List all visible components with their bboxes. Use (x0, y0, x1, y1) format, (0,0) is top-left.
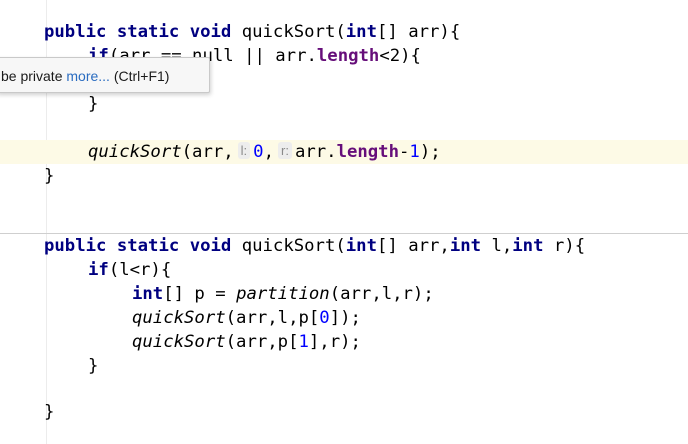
code-line[interactable]: if(l<r){ (0, 258, 688, 282)
field: length (336, 142, 399, 162)
keyword: int (345, 236, 377, 256)
tooltip-shortcut: (Ctrl+F1) (113, 68, 170, 84)
code-text: [] arr, (376, 236, 450, 256)
code-text: l, (481, 236, 513, 256)
field: length (316, 46, 380, 66)
method-call: partition (236, 284, 330, 304)
keyword: void (189, 236, 232, 256)
keyword: int (132, 284, 164, 304)
closing-brace: } (88, 94, 99, 114)
tooltip-text: be private (1, 68, 63, 84)
code-line[interactable]: int[] p = partition(arr,l,r); (0, 282, 688, 306)
more-link[interactable]: more... (66, 68, 110, 84)
method-call: quickSort (132, 308, 226, 328)
code-text: ],r); (308, 332, 361, 352)
keyword: static (116, 22, 180, 42)
code-text: ]); (329, 308, 361, 328)
parameter-hint: l: (237, 142, 251, 159)
number-literal: 1 (298, 332, 309, 352)
code-line[interactable]: } (0, 354, 688, 378)
code-text: (l<r){ (108, 260, 172, 280)
keyword: int (345, 22, 377, 42)
keyword: void (189, 22, 232, 42)
code-text: (arr,l,p[ (225, 308, 320, 328)
number-literal: 1 (409, 142, 420, 162)
code-text: r){ (543, 236, 586, 256)
code-line[interactable]: quickSort(arr,p[1],r); (0, 330, 688, 354)
code-text: [] arr){ (376, 22, 461, 42)
keyword: if (88, 260, 109, 280)
keyword: public (44, 22, 107, 42)
method-call: quickSort (88, 142, 182, 162)
method-call: quickSort (132, 332, 226, 352)
keyword: int (512, 236, 544, 256)
code-text: - (399, 142, 410, 162)
inspection-tooltip: be private more... (Ctrl+F1) (0, 57, 210, 93)
code-line[interactable]: } (0, 92, 688, 116)
number-literal: 0 (319, 308, 330, 328)
closing-brace: } (44, 166, 55, 186)
code-text: (arr,p[ (225, 332, 299, 352)
code-line[interactable]: } (0, 164, 688, 188)
code-editor[interactable]: public static void quickSort(int[] arr){… (0, 0, 688, 444)
closing-brace: } (88, 356, 99, 376)
code-text: [] p = (163, 284, 237, 304)
keyword: public (44, 236, 107, 256)
code-text: ); (419, 142, 441, 162)
code-text: (arr, (181, 142, 234, 162)
code-text: arr. (294, 142, 337, 162)
code-line[interactable]: public static void quickSort(int[] arr){ (0, 20, 688, 44)
code-line[interactable]: quickSort(arr,l,p[0]); (0, 306, 688, 330)
keyword: int (449, 236, 482, 256)
code-line[interactable]: } (0, 400, 688, 424)
method-name: quickSort( (241, 22, 346, 42)
caret-line[interactable]: quickSort(arr, l: 0, r: arr.length-1); (0, 140, 688, 164)
code-text: <2){ (379, 46, 421, 66)
keyword: static (116, 236, 180, 256)
method-name: quickSort( (241, 236, 346, 256)
code-text: , (263, 142, 274, 162)
closing-brace: } (44, 402, 55, 422)
code-line[interactable]: public static void quickSort(int[] arr,i… (0, 234, 688, 258)
parameter-hint: r: (277, 142, 292, 159)
code-text: (arr,l,r); (329, 284, 434, 304)
number-literal: 0 (253, 142, 264, 162)
